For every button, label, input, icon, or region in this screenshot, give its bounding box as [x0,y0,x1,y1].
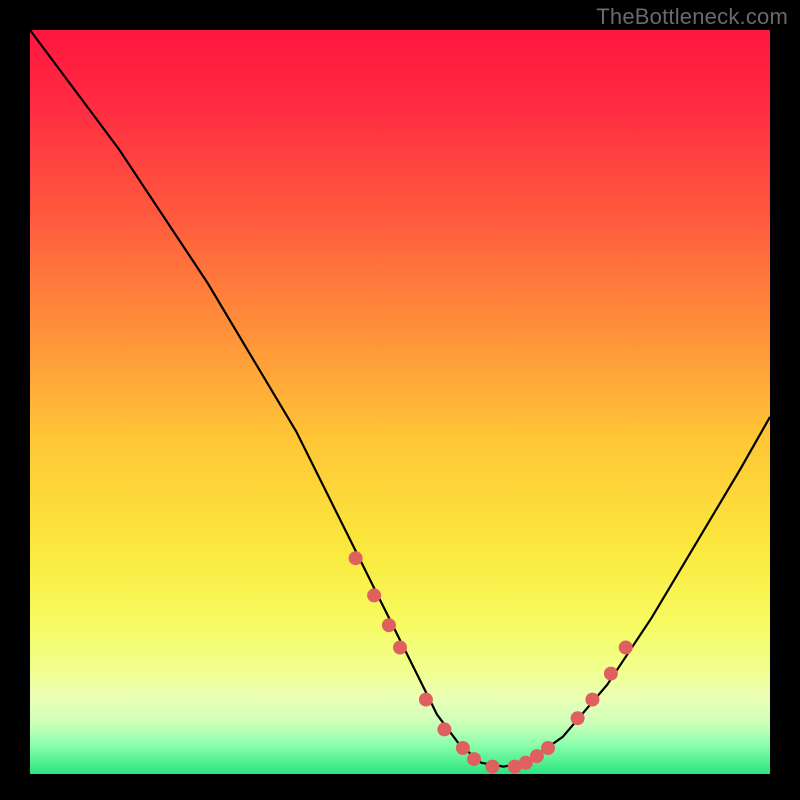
chart-frame: TheBottleneck.com [0,0,800,800]
marker-dot [393,641,407,655]
marker-dot [486,760,500,774]
marker-dot [619,641,633,655]
marker-dot [349,551,363,565]
marker-dot [541,741,555,755]
marker-dot [382,618,396,632]
marker-dot [419,693,433,707]
watermark-text: TheBottleneck.com [596,4,788,30]
marker-dot [604,667,618,681]
marker-dot [467,752,481,766]
marker-dot [571,711,585,725]
chart-svg [30,30,770,774]
bottleneck-curve [30,30,770,767]
marker-dot [437,722,451,736]
marker-dot [456,741,470,755]
marker-dot [585,693,599,707]
marker-dots [349,551,633,773]
marker-dot [367,588,381,602]
